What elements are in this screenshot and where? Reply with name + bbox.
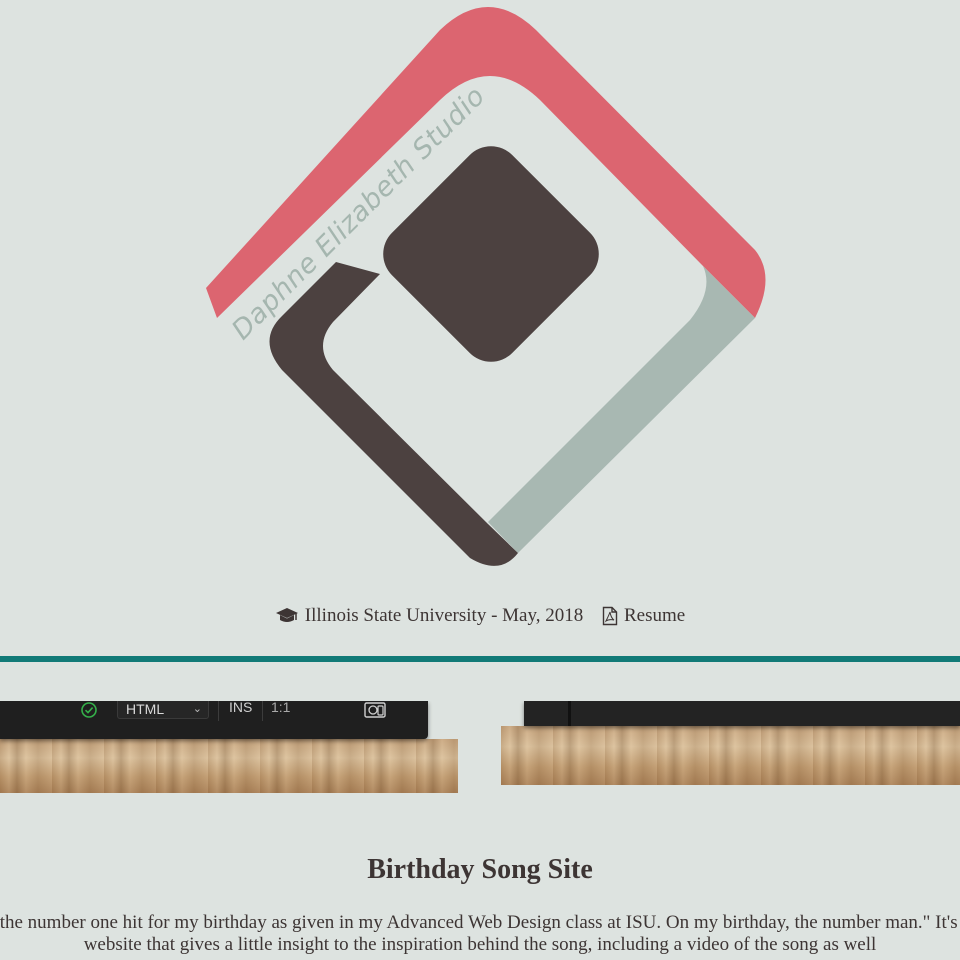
chevron-down-icon: ⌄ [192,703,202,715]
editor-panel-seam [568,701,571,726]
project-thumbnail-left[interactable]: HTML ⌄ INS 1:1 [0,701,458,793]
status-separator [262,701,263,721]
resume-link[interactable]: Resume [602,605,685,627]
live-preview-icon [364,702,386,718]
language-select-value: HTML [126,701,165,717]
cursor-position-label: 1:1 [271,701,291,715]
portfolio-page: Daphne Elizabeth Studio Illinois State U… [0,0,960,960]
education-text: Illinois State University - May, 2018 [304,604,584,626]
pdf-file-icon [602,606,618,625]
wood-desk-background [0,739,458,793]
section-divider [0,656,960,662]
status-separator [218,701,219,721]
education-item: Illinois State University - May, 2018 [275,605,583,627]
editor-status-bar: HTML ⌄ INS 1:1 [0,701,428,739]
graduation-cap-icon [275,607,298,622]
studio-logo: Daphne Elizabeth Studio [206,7,766,566]
wood-desk-background [501,726,960,785]
insert-mode-label: INS [229,701,253,715]
project-thumbnail-right[interactable] [501,701,960,785]
info-line: Illinois State University - May, 2018 Re… [0,604,960,627]
editor-window-edge [524,701,960,726]
language-select[interactable]: HTML ⌄ [117,701,209,719]
resume-link-text[interactable]: Resume [624,605,685,627]
check-circle-icon [81,702,97,718]
project-title: Birthday Song Site [367,854,593,885]
project-description: ed around the number one hit for my birt… [0,912,960,955]
